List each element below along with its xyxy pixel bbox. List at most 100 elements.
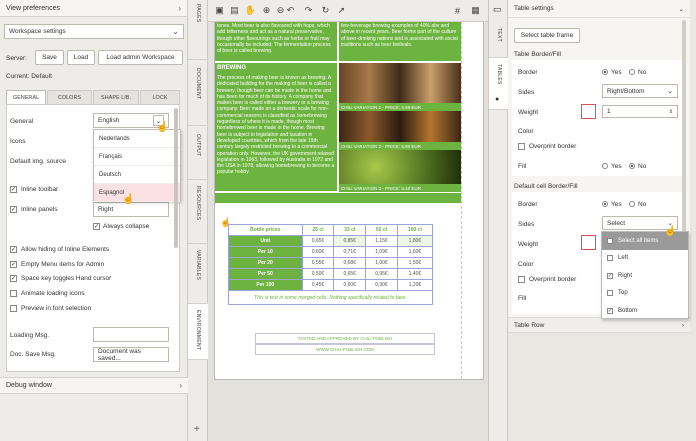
table-cell[interactable]: 0,60€: [333, 279, 367, 291]
cell-side-option-1[interactable]: Left: [602, 250, 688, 268]
table-cell[interactable]: 0,95€: [365, 268, 398, 280]
redo-icon[interactable]: ↷: [303, 5, 314, 16]
border-yes-radio[interactable]: [602, 69, 608, 75]
document-canvas[interactable]: tones. Most beer is also flavoured with …: [208, 22, 488, 441]
table-cell[interactable]: 0,65€: [333, 268, 367, 280]
table-cell[interactable]: 1,40€: [396, 268, 434, 280]
table-header-cell[interactable]: 25 cl: [301, 224, 335, 236]
cell-border-no-radio[interactable]: [629, 201, 635, 207]
table-cell[interactable]: 1,50€: [396, 257, 434, 269]
table-cell[interactable]: 1,00€: [365, 257, 398, 269]
option-checkbox-1[interactable]: ✓: [10, 261, 17, 268]
fill-no-radio[interactable]: [629, 163, 635, 169]
table-header-cell[interactable]: 33 cl: [333, 224, 367, 236]
hops-photo[interactable]: [339, 150, 461, 184]
tab-colors[interactable]: COLORS: [47, 90, 92, 104]
comment-icon[interactable]: ▭: [493, 4, 502, 15]
text-frame-top-left[interactable]: tones. Most beer is also flavoured with …: [215, 22, 337, 61]
inline-toolbar-checkbox[interactable]: ✓: [10, 186, 17, 193]
view-preferences-header[interactable]: View preferences ›: [0, 0, 187, 17]
vtab-pages[interactable]: PAGES: [188, 0, 208, 60]
refresh-icon[interactable]: ↻: [320, 5, 331, 16]
border-no-radio[interactable]: [629, 69, 635, 75]
fill-yes-radio[interactable]: [602, 163, 608, 169]
select-arrow-icon[interactable]: ➚: [336, 5, 347, 16]
table-cell[interactable]: Unit: [228, 235, 303, 247]
frame-icon[interactable]: ▣: [214, 5, 225, 16]
language-option-espagnol[interactable]: Espagnol: [94, 184, 180, 202]
option-checkbox-0[interactable]: ✓: [10, 246, 17, 253]
footer-frame-1[interactable]: TASTED AND APPROVED BY CHILI PUBLISH: [255, 333, 435, 344]
beer-photo-1[interactable]: [339, 63, 461, 103]
weight-input[interactable]: 1 ⇕: [602, 105, 678, 118]
load-admin-workspace-button[interactable]: Load admin Workspace: [98, 50, 183, 65]
tab-shape-lib[interactable]: SHAPE LIB.: [93, 90, 139, 104]
sides-select[interactable]: Right/Bottom ⌄: [602, 84, 678, 98]
save-button[interactable]: Save: [35, 50, 64, 65]
table-cell[interactable]: 0,71€: [333, 246, 367, 258]
always-collapse-checkbox[interactable]: ✓: [93, 223, 100, 230]
option-checkbox-2[interactable]: ✓: [10, 275, 17, 282]
cell-overprint-checkbox[interactable]: [518, 276, 525, 283]
undo-icon[interactable]: ↶: [285, 5, 296, 16]
table-cell[interactable]: Per 20: [228, 257, 303, 269]
load-button[interactable]: Load: [67, 50, 95, 65]
text-frame-brewing[interactable]: BREWING The process of making beer is kn…: [215, 63, 337, 191]
tab-general[interactable]: GENERAL: [6, 90, 46, 104]
cell-side-option-3[interactable]: Top: [602, 285, 688, 303]
cell-side-option-4[interactable]: ✓ Bottom: [602, 302, 688, 320]
workspace-select[interactable]: Workspace settings ⌄: [4, 24, 184, 39]
vtab-document[interactable]: DOCUMENT: [188, 60, 208, 126]
debug-window-header[interactable]: Debug window ›: [0, 377, 188, 394]
table-cell[interactable]: 1,15€: [365, 235, 398, 247]
overprint-border-checkbox[interactable]: [518, 143, 525, 150]
table-header-cell[interactable]: 50 cl: [365, 224, 398, 236]
option-checkbox-3[interactable]: [10, 290, 17, 297]
grid-icon[interactable]: #: [452, 5, 463, 16]
language-option-francais[interactable]: Français: [94, 148, 180, 166]
zoom-in-icon[interactable]: ⊕: [261, 5, 272, 16]
vtab-environment[interactable]: ENVIRONMENT: [188, 304, 208, 360]
vtab-variables[interactable]: VARIABLES: [188, 244, 208, 304]
loading-msg-input[interactable]: [93, 327, 169, 342]
tab-lock[interactable]: LOCK: [140, 90, 180, 104]
option-checkbox-4[interactable]: [10, 305, 17, 312]
image-icon[interactable]: ▤: [229, 5, 240, 16]
vtab-text[interactable]: TEXT: [489, 22, 509, 58]
table-cell[interactable]: 0,90€: [365, 279, 398, 291]
table-cell[interactable]: 0,65€: [301, 235, 335, 247]
weight-color-swatch[interactable]: [581, 104, 596, 119]
palette-icon[interactable]: ●: [495, 96, 499, 103]
table-cell[interactable]: 1,60€: [396, 246, 434, 258]
footer-frame-2[interactable]: WWW.CHILI-PUBLISH.COM: [255, 344, 435, 355]
vtab-resources[interactable]: RESOURCES: [188, 180, 208, 244]
cell-weight-color-swatch[interactable]: [581, 235, 596, 250]
table-cell[interactable]: 0,45€: [301, 279, 335, 291]
cell-side-option-2[interactable]: ✓ Right: [602, 267, 688, 285]
cell-border-yes-radio[interactable]: [602, 201, 608, 207]
table-cell[interactable]: Per 10: [228, 246, 303, 258]
table-cell[interactable]: 0,50€: [301, 268, 335, 280]
select-table-frame-button[interactable]: Select table frame: [514, 28, 580, 43]
chevron-right-icon[interactable]: ›: [178, 4, 181, 13]
table-cell[interactable]: 0,68€: [333, 257, 367, 269]
table-cell[interactable]: 1,20€: [396, 279, 434, 291]
table-note-cell[interactable]: This is text in some merged cells. Nothi…: [228, 290, 433, 305]
beer-photo-2[interactable]: [339, 111, 461, 142]
table-header-cell[interactable]: 100 cl: [396, 224, 434, 236]
bottle-prices-table[interactable]: Bottle prices 25 cl 33 cl 50 cl 100 cl Unit 0,…: [228, 224, 434, 305]
language-option-deutsch[interactable]: Deutsch: [94, 166, 180, 184]
text-frame-top-right[interactable]: few-beverage brewing examples of 40% abv…: [339, 22, 461, 61]
table-cell[interactable]: Per 100: [228, 279, 303, 291]
vtab-output[interactable]: OUTPUT: [188, 126, 208, 180]
table-cell[interactable]: 1,09€: [365, 246, 398, 258]
doc-save-msg-input[interactable]: Document was saved...: [93, 347, 169, 362]
table-cell[interactable]: 0,55€: [301, 257, 335, 269]
table-settings-header[interactable]: Table settings ⌄: [508, 0, 690, 18]
table-cell[interactable]: 1,80€: [396, 235, 434, 247]
table-cell[interactable]: 0,85€: [333, 235, 367, 247]
add-icon[interactable]: +: [194, 424, 200, 435]
inline-panels-checkbox[interactable]: ✓: [10, 206, 17, 213]
preview-icon[interactable]: ▦: [470, 5, 481, 16]
scrollbar[interactable]: [174, 108, 178, 248]
